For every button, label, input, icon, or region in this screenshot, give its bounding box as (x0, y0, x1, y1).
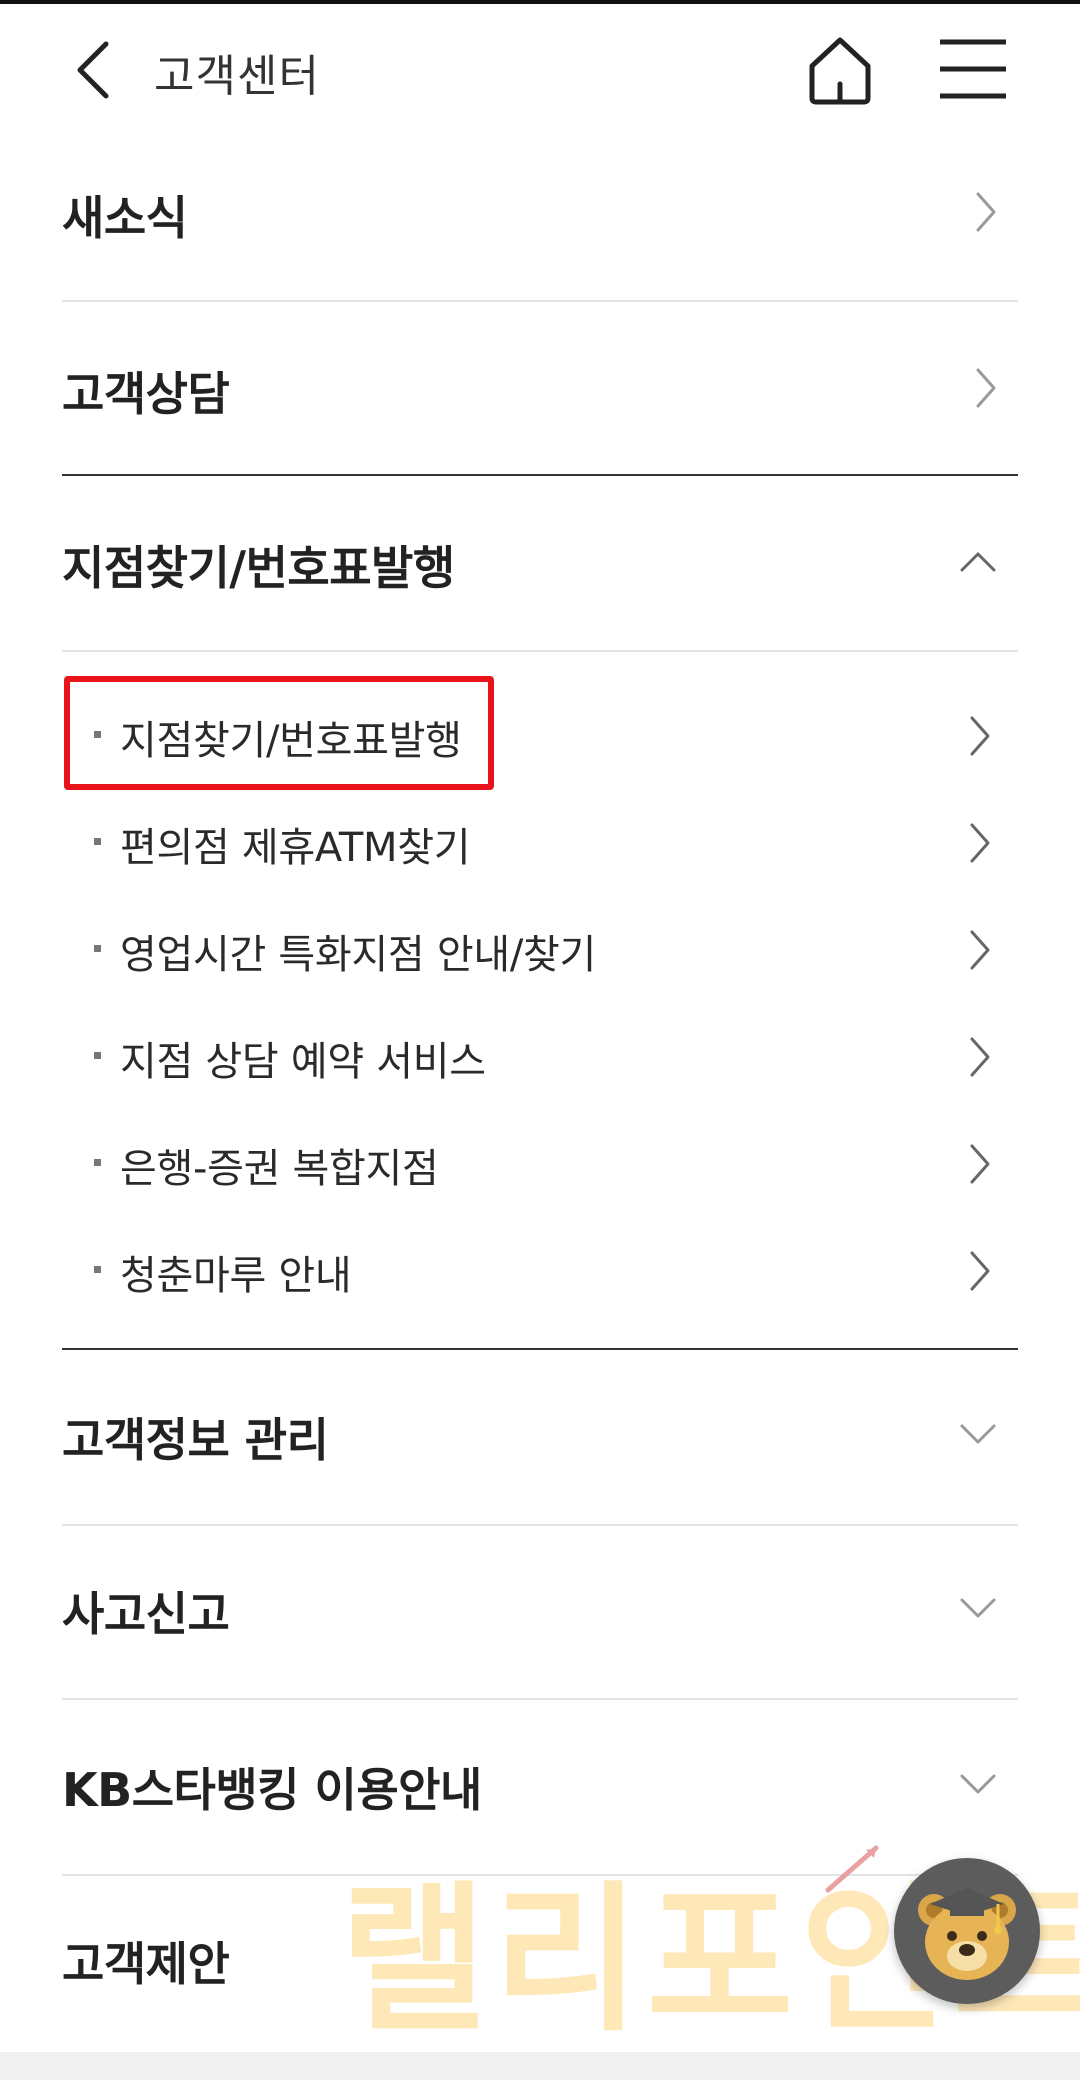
sub-item-label: 영업시간 특화지점 안내/찾기 (120, 932, 597, 978)
divider (62, 1524, 1018, 1526)
section-label: 지점찾기/번호표발행 (62, 541, 455, 595)
section-label: KB스타뱅킹 이용안내 (62, 1763, 482, 1817)
section-news[interactable]: 새소식 (62, 150, 1018, 274)
section-label: 고객정보 관리 (62, 1413, 329, 1467)
page-title: 고객센터 (154, 51, 320, 102)
chevron-right-icon (970, 716, 990, 756)
bullet-icon (94, 1266, 101, 1273)
bear-mascot-icon (918, 1888, 1016, 1980)
chevron-right-icon (970, 823, 990, 863)
section-label: 고객상담 (62, 367, 230, 421)
divider (62, 1874, 1018, 1876)
chevron-down-icon (960, 1598, 996, 1618)
sub-item-special-hours-branch[interactable]: 영업시간 특화지점 안내/찾기 (62, 898, 1018, 998)
section-customer-consultation[interactable]: 고객상담 (62, 326, 1018, 450)
home-button[interactable] (800, 30, 880, 110)
highlight-box (64, 676, 494, 790)
sub-item-bank-securities-branch[interactable]: 은행-증권 복합지점 (62, 1112, 1018, 1212)
chevron-right-icon (970, 1251, 990, 1291)
sub-item-label: 편의점 제휴ATM찾기 (120, 825, 471, 871)
bullet-icon (94, 945, 101, 952)
back-button[interactable] (62, 30, 122, 110)
chevron-down-icon (960, 1774, 996, 1794)
bullet-icon (94, 838, 101, 845)
chevron-right-icon (976, 368, 996, 408)
section-kb-starbanking-guide[interactable]: KB스타뱅킹 이용안내 (62, 1722, 1018, 1846)
section-label: 고객제안 (62, 1937, 230, 1991)
chevron-up-icon (960, 552, 996, 572)
sub-item-label: 지점 상담 예약 서비스 (120, 1039, 486, 1085)
sub-item-label: 청춘마루 안내 (120, 1253, 352, 1299)
section-label: 사고신고 (62, 1587, 230, 1641)
section-customer-info[interactable]: 고객정보 관리 (62, 1372, 1018, 1496)
sub-item-convenience-atm[interactable]: 편의점 제휴ATM찾기 (62, 791, 1018, 891)
dart-icon (825, 1845, 879, 1893)
divider (62, 1348, 1018, 1350)
bullet-icon (94, 1052, 101, 1059)
home-icon (809, 37, 871, 105)
hamburger-menu-icon (940, 39, 1006, 99)
bullet-icon (94, 1159, 101, 1166)
divider (62, 1698, 1018, 1700)
bottom-bar (0, 2052, 1080, 2080)
chatbot-button[interactable] (894, 1858, 1040, 2004)
menu-button[interactable] (936, 34, 1010, 104)
section-branch-finder[interactable]: 지점찾기/번호표발행 (62, 500, 1018, 624)
chevron-right-icon (970, 1037, 990, 1077)
chevron-right-icon (970, 930, 990, 970)
app-header: 고객센터 (0, 4, 1080, 130)
section-incident-report[interactable]: 사고신고 (62, 1546, 1018, 1670)
divider (62, 650, 1018, 652)
chevron-down-icon (960, 1424, 996, 1444)
sub-item-youth-maru[interactable]: 청춘마루 안내 (62, 1219, 1018, 1319)
chevron-right-icon (976, 192, 996, 232)
divider (62, 300, 1018, 302)
divider (62, 474, 1018, 476)
sub-item-consultation-reservation[interactable]: 지점 상담 예약 서비스 (62, 1005, 1018, 1105)
sub-item-label: 은행-증권 복합지점 (120, 1146, 439, 1192)
section-label: 새소식 (62, 191, 188, 245)
chevron-left-icon (77, 41, 109, 99)
chevron-right-icon (970, 1144, 990, 1184)
section-customer-suggestion[interactable]: 고객제안 (62, 1896, 1018, 2020)
